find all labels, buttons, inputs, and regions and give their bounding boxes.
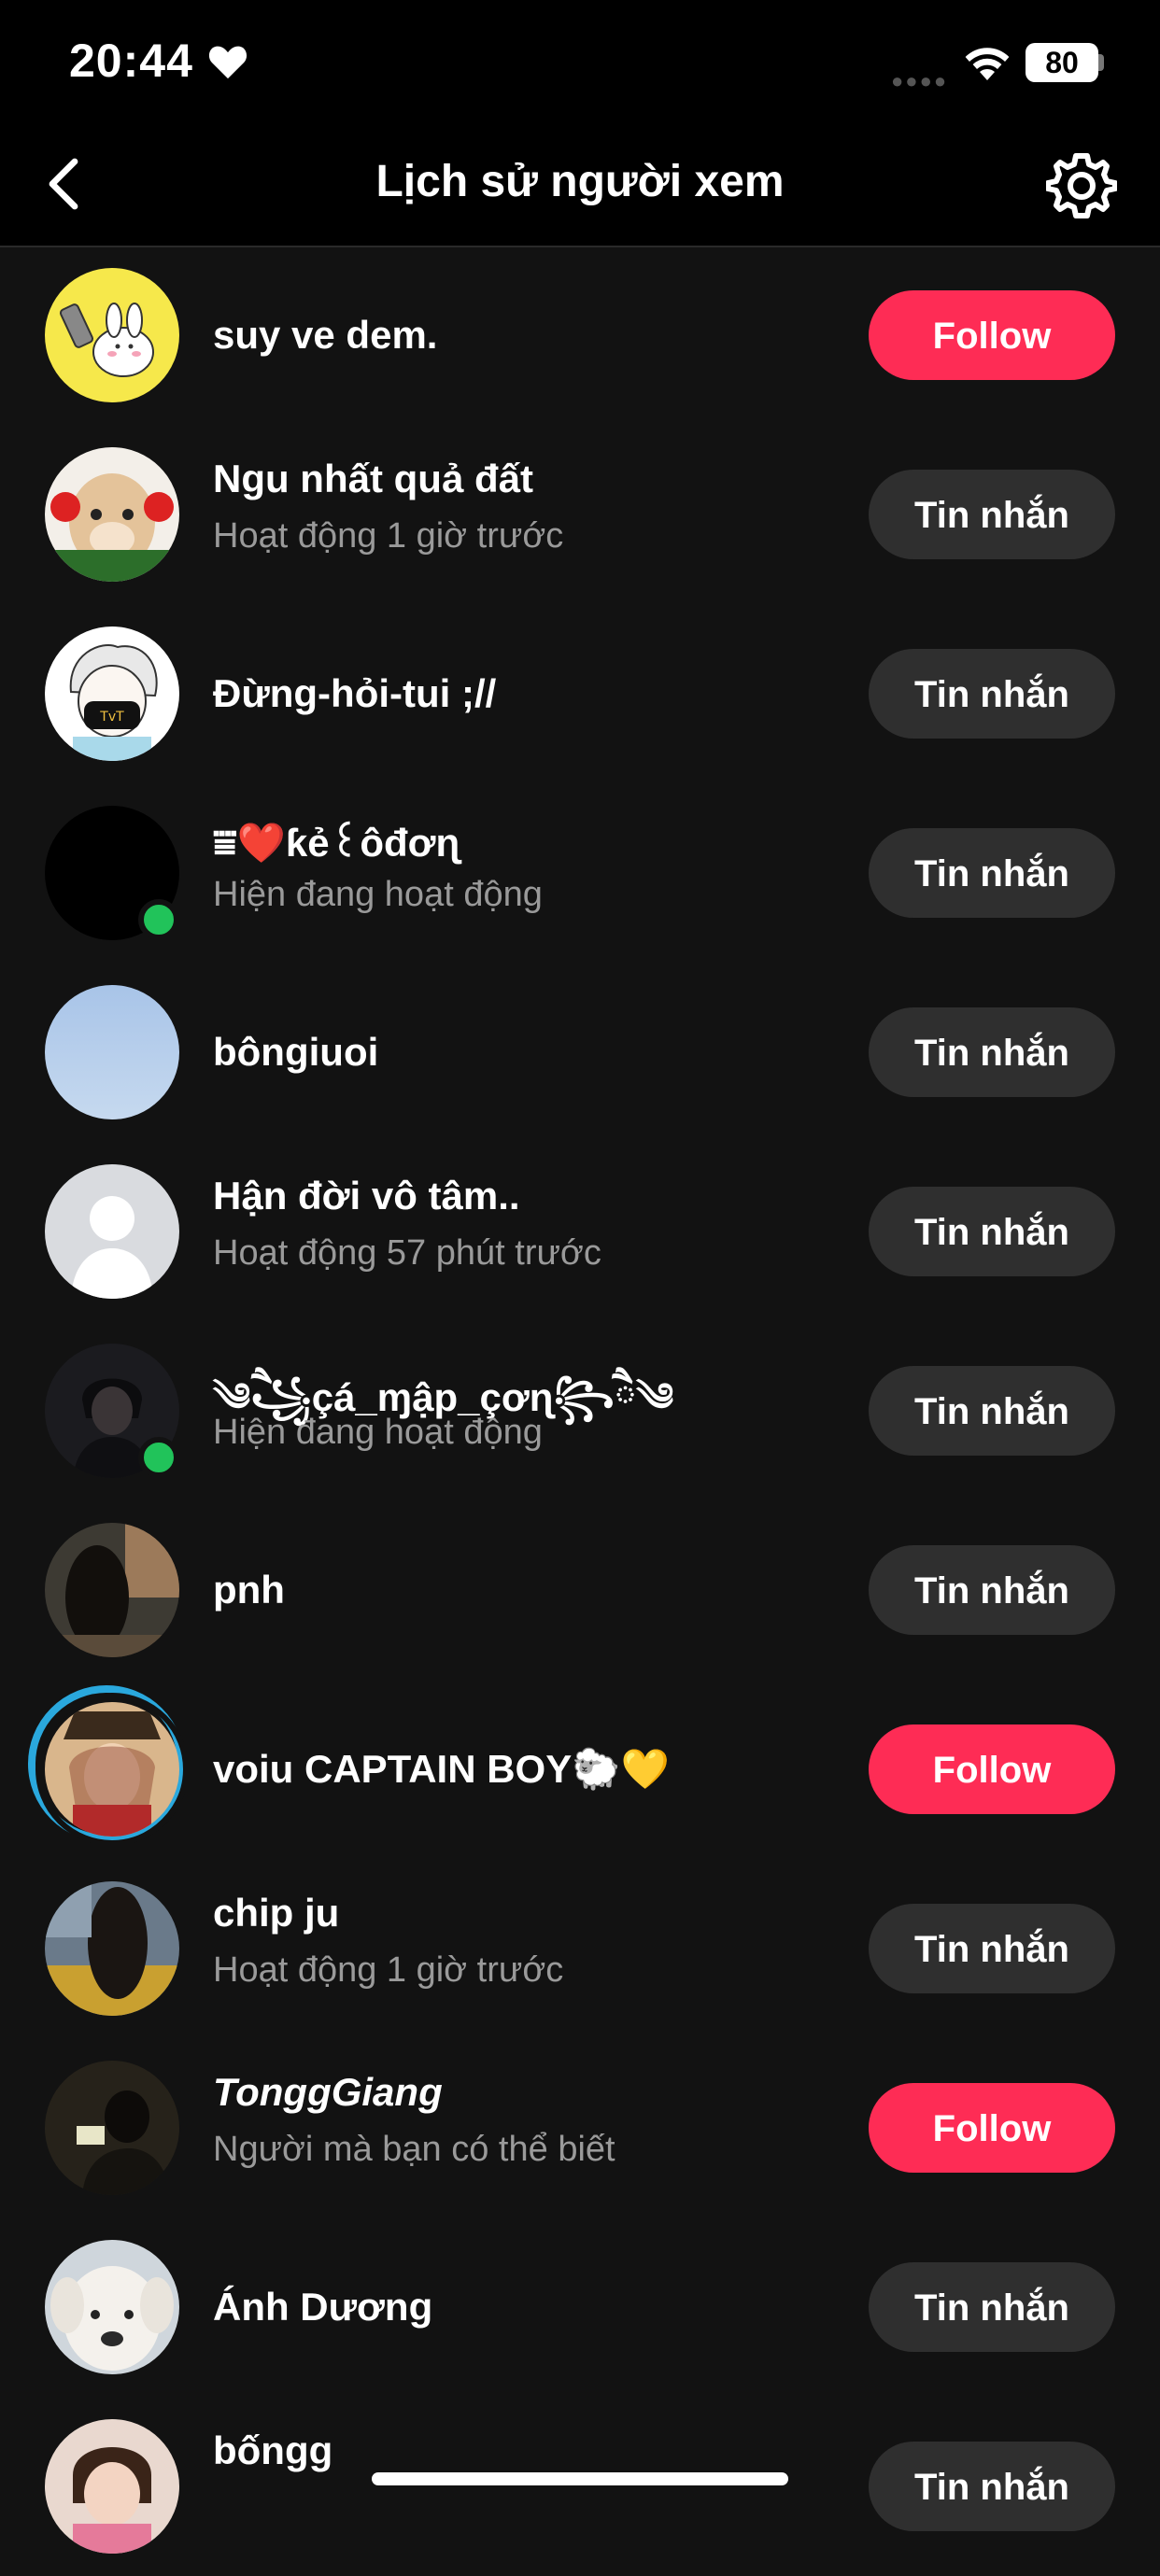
message-button[interactable]: Tin nhắn [869, 1007, 1115, 1097]
home-indicator[interactable] [372, 2472, 788, 2485]
viewer-row[interactable]: suy ve dem. Follow [0, 246, 1160, 425]
avatar-image [45, 447, 179, 582]
online-indicator [138, 899, 179, 940]
viewer-name[interactable]: ⩸❤️ƙẻ꒰ôđơɳ [213, 815, 460, 866]
message-button[interactable]: Tin nhắn [869, 1904, 1115, 1993]
message-button[interactable]: Tin nhắn [869, 649, 1115, 739]
viewer-status: Hiện đang hoạt động [213, 1413, 543, 1452]
message-button[interactable]: Tin nhắn [869, 1545, 1115, 1635]
avatar-image [45, 985, 179, 1119]
viewer-name[interactable]: voiu CAPTAIN BOY🐑💛 [213, 1747, 670, 1793]
viewer-row[interactable]: Hận đời vô tâm.. Hoạt động 57 phút trước… [0, 1142, 1160, 1321]
avatar[interactable] [45, 2061, 179, 2195]
settings-gear-icon[interactable] [1046, 150, 1117, 221]
viewer-name[interactable]: Ngu nhất quả đất [213, 457, 533, 501]
avatar-image [45, 2061, 179, 2195]
heart-icon [208, 46, 248, 79]
message-button[interactable]: Tin nhắn [869, 2442, 1115, 2531]
default-avatar-icon [45, 1164, 179, 1299]
avatar[interactable] [45, 1344, 179, 1478]
avatar[interactable] [45, 985, 179, 1119]
avatar-image [45, 268, 179, 402]
message-button[interactable]: Tin nhắn [869, 1187, 1115, 1276]
viewer-status: Hoạt động 1 giờ trước [213, 1950, 564, 1990]
viewer-row[interactable]: ⩸❤️ƙẻ꒰ôđơɳ Hiện đang hoạt động Tin nhắn [0, 783, 1160, 963]
avatar-image [45, 1881, 179, 2016]
viewer-row[interactable]: pnh Tin nhắn [0, 1500, 1160, 1680]
viewer-status: Hoạt động 57 phút trước [213, 1233, 601, 1273]
avatar-image [45, 1523, 179, 1657]
avatar[interactable] [45, 1881, 179, 2016]
message-button[interactable]: Tin nhắn [869, 828, 1115, 918]
avatar[interactable] [45, 2419, 179, 2554]
viewer-status: Hoạt động 1 giờ trước [213, 516, 564, 556]
viewer-row[interactable]: chip ju Hoạt động 1 giờ trước Tin nhắn [0, 1859, 1160, 2038]
page-title: Lịch sử người xem [375, 157, 785, 206]
follow-button[interactable]: Follow [869, 2083, 1115, 2173]
viewer-name[interactable]: Đừng-hỏi-tui ;// [213, 671, 496, 716]
battery-icon: 80 [1026, 43, 1098, 82]
viewer-name[interactable]: TonggGiang [213, 2070, 443, 2115]
avatar-image [45, 2419, 179, 2554]
avatar[interactable] [45, 447, 179, 582]
svg-text:TvT: TvT [99, 710, 124, 725]
avatar[interactable] [45, 2240, 179, 2374]
avatar-image [45, 1702, 179, 1837]
viewer-name[interactable]: Ánh Dương [213, 2285, 432, 2330]
viewer-name[interactable]: suy ve dem. [213, 313, 437, 358]
viewer-name[interactable]: bốngg [213, 2428, 332, 2473]
message-button[interactable]: Tin nhắn [869, 2262, 1115, 2352]
avatar[interactable] [45, 1164, 179, 1299]
viewer-name[interactable]: bôngiuoi [213, 1030, 378, 1075]
viewer-row[interactable]: TonggGiang Người mà bạn có thể biết Foll… [0, 2038, 1160, 2217]
viewer-row[interactable]: Ngu nhất quả đất Hoạt động 1 giờ trước T… [0, 425, 1160, 604]
avatar[interactable] [45, 1523, 179, 1657]
viewer-row[interactable]: ༄ཻ꧁çá_ɱập_çơɳ꧂ཻ༄ Hiện đang hoạt động Tin… [0, 1321, 1160, 1500]
header: Lịch sử người xem [0, 126, 1160, 247]
viewer-row[interactable]: Ánh Dương Tin nhắn [0, 2217, 1160, 2397]
online-indicator [138, 1437, 179, 1478]
viewer-row[interactable]: bôngiuoi Tin nhắn [0, 963, 1160, 1142]
viewer-name[interactable]: chip ju [213, 1891, 339, 1936]
signal-icon: ●●●● [891, 69, 949, 92]
status-bar: 20:44 ●●●● 80 [0, 0, 1160, 126]
viewer-name[interactable]: pnh [213, 1568, 285, 1612]
message-button[interactable]: Tin nhắn [869, 470, 1115, 559]
viewer-status: Hiện đang hoạt động [213, 875, 543, 914]
viewer-name[interactable]: Hận đời vô tâm.. [213, 1174, 520, 1218]
follow-button[interactable]: Follow [869, 290, 1115, 380]
viewer-row[interactable]: bốngg Tin nhắn [0, 2397, 1160, 2576]
viewer-status: Người mà bạn có thể biết [213, 2130, 615, 2169]
follow-button[interactable]: Follow [869, 1724, 1115, 1814]
avatar[interactable]: TvT [45, 626, 179, 761]
battery-cap [1098, 54, 1104, 71]
avatar[interactable] [28, 1685, 189, 1846]
avatar[interactable] [45, 806, 179, 940]
avatar-image: TvT [45, 626, 179, 761]
wifi-icon [965, 48, 1010, 80]
viewer-row[interactable]: TvT Đừng-hỏi-tui ;// Tin nhắn [0, 604, 1160, 783]
message-button[interactable]: Tin nhắn [869, 1366, 1115, 1456]
status-time: 20:44 [69, 35, 193, 87]
avatar-image [45, 2240, 179, 2374]
avatar[interactable] [45, 268, 179, 402]
viewer-row[interactable]: voiu CAPTAIN BOY🐑💛 Follow [0, 1680, 1160, 1859]
